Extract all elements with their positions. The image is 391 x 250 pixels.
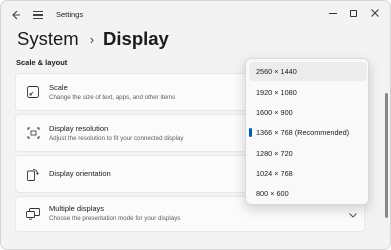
- maximize-icon: [349, 9, 357, 17]
- resolution-option-selected[interactable]: 1366 × 768 (Recommended): [249, 123, 367, 142]
- resolution-icon: [26, 126, 40, 140]
- resolution-option-label: 1600 × 900: [256, 108, 293, 117]
- vertical-scrollbar[interactable]: [385, 93, 388, 218]
- resolution-option-label: 1024 × 768: [256, 169, 293, 178]
- scale-icon: [26, 85, 40, 99]
- orientation-icon: [26, 167, 40, 181]
- resolution-option-label: 1366 × 768 (Recommended): [256, 128, 350, 137]
- breadcrumb-separator: ›: [89, 31, 95, 47]
- resolution-option-label: 2560 × 1440: [256, 67, 297, 76]
- settings-window: Settings System › Display Scale & layout…: [0, 0, 391, 250]
- close-button[interactable]: [363, 3, 387, 23]
- multiple-displays-icon: [26, 207, 40, 221]
- resolution-option-label: 1920 × 1080: [256, 88, 297, 97]
- display-orientation-title: Display orientation: [49, 169, 111, 178]
- resolution-option-label: 1280 × 720: [256, 149, 293, 158]
- hamburger-menu-icon[interactable]: [29, 6, 47, 24]
- scale-title: Scale: [49, 83, 68, 92]
- window-title: Settings: [56, 10, 84, 19]
- resolution-option[interactable]: 1920 × 1080: [249, 83, 367, 102]
- resolution-option[interactable]: 1600 × 900: [249, 103, 367, 122]
- multiple-displays-subtitle: Choose the presentation mode for your di…: [49, 215, 181, 222]
- close-icon: [371, 9, 379, 17]
- minimize-icon: [329, 12, 337, 14]
- chevron-down-icon[interactable]: [348, 210, 358, 220]
- resolution-option[interactable]: 1024 × 768: [249, 164, 367, 183]
- resolution-option[interactable]: 2560 × 1440: [249, 62, 367, 81]
- resolution-option[interactable]: 1280 × 720: [249, 144, 367, 163]
- breadcrumb: System › Display: [17, 27, 169, 51]
- maximize-button[interactable]: [341, 3, 365, 23]
- title-bar: Settings: [1, 1, 390, 29]
- display-resolution-title: Display resolution: [49, 124, 109, 133]
- resolution-dropdown[interactable]: 2560 × 1440 1920 × 1080 1600 × 900 1366 …: [245, 58, 369, 205]
- page-title: Display: [103, 28, 169, 49]
- scale-subtitle: Change the size of text, apps, and other…: [49, 94, 176, 101]
- display-resolution-subtitle: Adjust the resolution to fit your connec…: [49, 135, 184, 142]
- section-title: Scale & layout: [16, 58, 68, 67]
- multiple-displays-title: Multiple displays: [49, 204, 105, 213]
- breadcrumb-parent[interactable]: System: [17, 28, 79, 50]
- selected-indicator: [249, 128, 252, 137]
- resolution-option-label: 800 × 600: [256, 189, 289, 198]
- resolution-option[interactable]: 800 × 600: [249, 184, 367, 203]
- back-arrow-icon[interactable]: [7, 6, 25, 24]
